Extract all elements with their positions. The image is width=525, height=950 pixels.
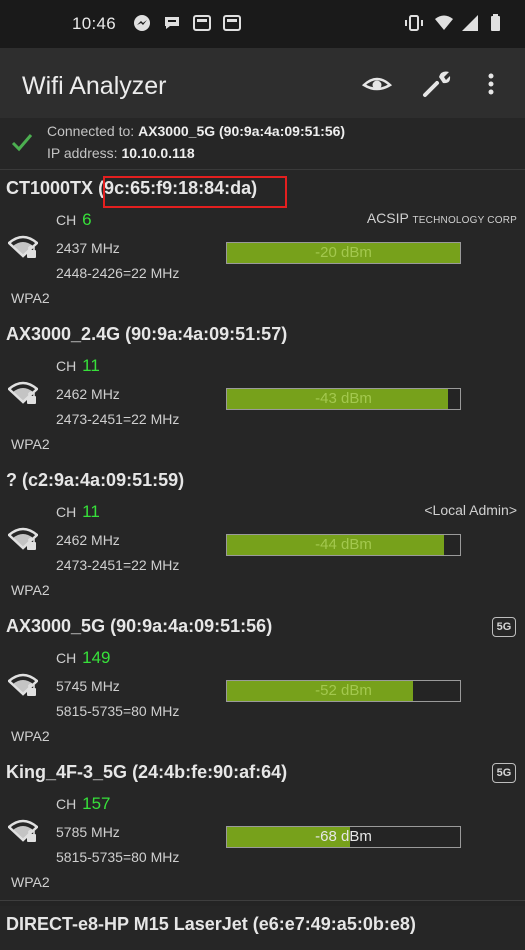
mac-address: (9c:65:f9:18:84:da) [98,178,258,198]
channel-number: 157 [82,794,111,813]
ssid-name: King_4F-3_5G [6,762,128,782]
security-type: WPA2 [11,874,50,890]
wifi-icon [435,15,453,30]
wifi-lock-icon [8,381,38,404]
security-type: WPA2 [11,582,50,598]
network-item[interactable]: King_4F-3_5G (24:4b:fe:90:af:64) CH 157 57… [0,754,525,901]
channel: CH 11 [56,502,100,522]
network-item[interactable]: AX3000_5G (90:9a:4a:09:51:56) CH 149 5745 … [0,608,525,755]
channel-number: 11 [82,502,100,521]
ip-label: IP address: [47,145,118,161]
signal-strength-bar: -44 dBm [226,534,461,556]
app-bar: Wifi Analyzer [0,48,525,118]
wifi-lock-icon [8,819,38,842]
channel-number: 6 [82,210,92,229]
channel: CH 11 [56,356,100,376]
channel-number: 11 [82,356,100,375]
security-type: WPA2 [11,290,50,306]
frequency-range: 5815-5735=80 MHz [56,703,180,719]
mac-address: (90:9a:4a:09:51:57) [125,324,288,344]
connection-info: Connected to: AX3000_5G (90:9a:4a:09:51:… [0,118,525,170]
channel-label: CH [56,796,77,812]
channel: CH 6 [56,210,92,230]
signal-value: -20 dBm [315,244,372,261]
frequency: 5785 MHz [56,824,120,840]
signal-value: -68 dBm [315,828,372,845]
ssid-name: CT1000TX [6,178,94,198]
band-5g-badge: 5G [492,763,516,783]
network-ssid: CT1000TX (9c:65:f9:18:84:da) [6,178,257,199]
network-ssid: AX3000_5G (90:9a:4a:09:51:56) [6,616,272,637]
security-type: WPA2 [11,728,50,744]
ip-value: 10.10.0.118 [121,145,195,161]
mac-address: (24:4b:fe:90:af:64) [132,762,288,782]
channel-label: CH [56,504,77,520]
signal-strength-bar: -43 dBm [226,388,461,410]
connected-label: Connected to: [47,123,135,139]
ssid-name: AX3000_5G [6,616,106,636]
band-5g-badge: 5G [492,617,516,637]
signal-strength-bar: -20 dBm [226,242,461,264]
network-ssid: King_4F-3_5G (24:4b:fe:90:af:64) [6,762,287,783]
frequency: 5745 MHz [56,678,120,694]
signal-value: -43 dBm [315,390,372,407]
vendor-main: <Local Admin> [424,502,517,518]
ssid-name: AX3000_2.4G [6,324,121,344]
signal-value: -44 dBm [315,536,372,553]
ip-address: IP address: 10.10.0.118 [47,145,195,161]
network-ssid: DIRECT-e8-HP M15 LaserJet (e6:e7:49:a5:0… [6,914,416,934]
check-icon [11,134,33,152]
eye-icon[interactable] [361,68,393,100]
battery-icon [491,14,500,31]
network-ssid: AX3000_2.4G (90:9a:4a:09:51:57) [6,324,287,345]
vendor-name: <Local Admin> [424,502,517,518]
vibrate-icon [405,15,423,31]
vendor-main: ACSIP [366,210,409,226]
wifi-lock-icon [8,673,38,696]
wifi-lock-icon [8,527,38,550]
more-vert-icon[interactable] [475,68,507,100]
frequency: 2462 MHz [56,532,120,548]
security-type: WPA2 [11,436,50,452]
channel: CH 149 [56,648,111,668]
wifi-lock-icon [8,235,38,258]
network-item[interactable]: AX3000_2.4G (90:9a:4a:09:51:57) CH 11 2462… [0,316,525,463]
connected-value: AX3000_5G (90:9a:4a:09:51:56) [138,123,346,139]
network-item[interactable]: ? (c2:9a:4a:09:51:59) CH 11 2462 MHz 2473-2… [0,462,525,609]
channel-number: 149 [82,648,111,667]
channel-label: CH [56,212,77,228]
channel: CH 157 [56,794,111,814]
ssid-name: ? [6,470,17,490]
frequency-range: 2473-2451=22 MHz [56,411,180,427]
news-icon [193,15,211,31]
signal-strength-bar: -68 dBm [226,826,461,848]
signal-strength-bar: -52 dBm [226,680,461,702]
app-title: Wifi Analyzer [22,72,167,100]
mac-address: (c2:9a:4a:09:51:59) [22,470,185,490]
chat-bubble-icon [165,17,179,29]
network-item[interactable]: CT1000TX (9c:65:f9:18:84:da) CH 6 2437 MHz… [0,170,525,317]
messenger-icon [134,15,150,31]
frequency-range: 5815-5735=80 MHz [56,849,180,865]
network-item-partial[interactable]: DIRECT-e8-HP M15 LaserJet (e6:e7:49:a5:0… [0,906,525,950]
vendor-suffix: TECHNOLOGY CORP [412,215,517,226]
frequency-range: 2473-2451=22 MHz [56,557,180,573]
frequency: 2462 MHz [56,386,120,402]
signal-icon [462,15,478,31]
frequency-range: 2448-2426=22 MHz [56,265,180,281]
frequency: 2437 MHz [56,240,120,256]
network-ssid: ? (c2:9a:4a:09:51:59) [6,470,184,491]
channel-label: CH [56,358,77,374]
connected-to: Connected to: AX3000_5G (90:9a:4a:09:51:… [47,123,345,139]
signal-value: -52 dBm [315,682,372,699]
mac-address: (90:9a:4a:09:51:56) [110,616,273,636]
channel-label: CH [56,650,77,666]
wrench-icon[interactable] [421,68,453,100]
news-icon [223,15,241,31]
vendor-name: ACSIP TECHNOLOGY CORP [367,210,517,226]
status-time: 10:46 [72,14,117,33]
status-bar: 10:46 [0,0,525,48]
